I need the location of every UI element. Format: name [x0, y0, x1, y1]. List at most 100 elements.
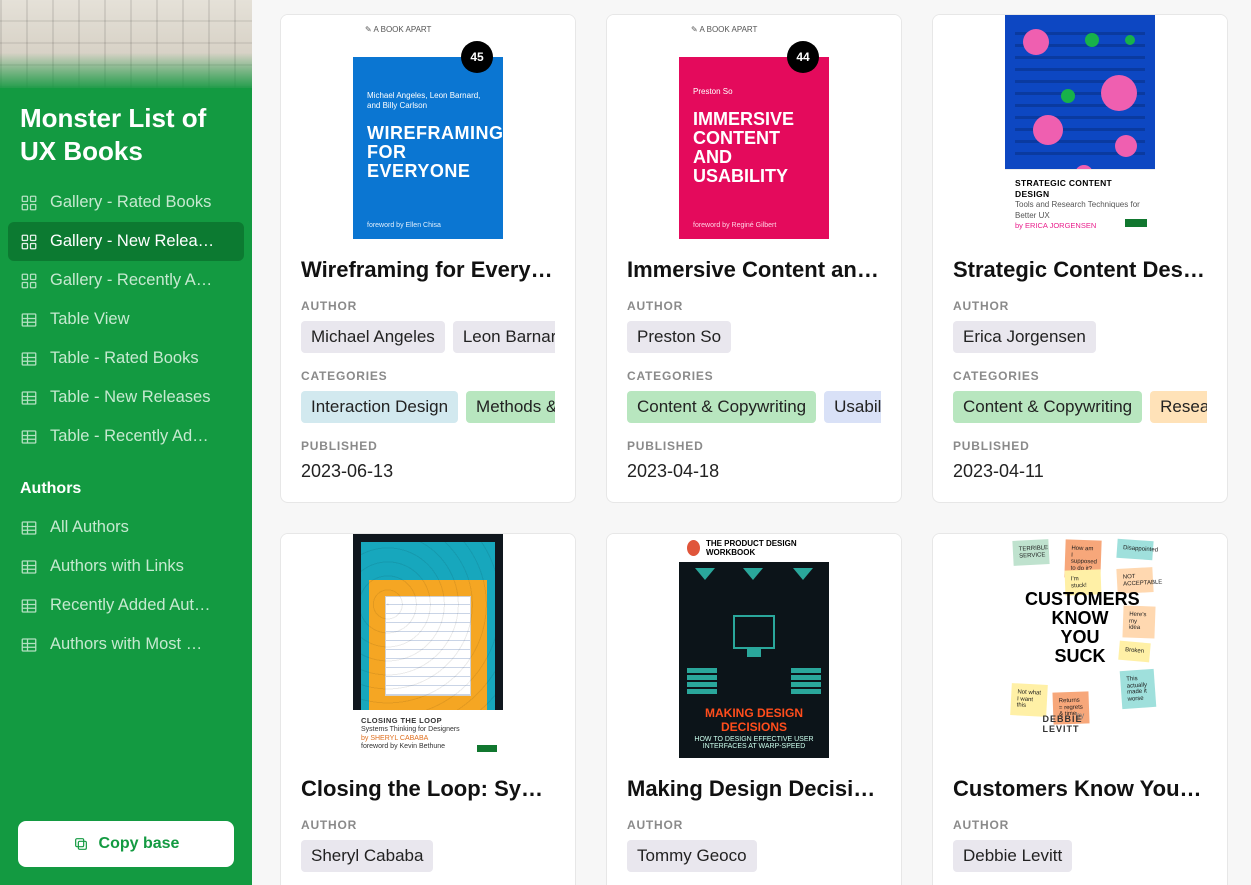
gallery-icon: [20, 272, 38, 290]
copy-base-label: Copy base: [99, 835, 180, 853]
category-chip[interactable]: Resear: [1150, 391, 1207, 423]
book-title: Immersive Content and U…: [627, 257, 881, 283]
nav-item-label: Table View: [50, 310, 130, 329]
category-chip[interactable]: Methods &: [466, 391, 555, 423]
author-chips: Debbie Levitt: [953, 840, 1207, 872]
nav-item-label: Gallery - Rated Books: [50, 193, 211, 212]
book-title: Wireframing for Everyone: [301, 257, 555, 283]
author-field-label: AUTHOR: [301, 299, 555, 313]
table-icon: [20, 519, 38, 537]
book-title: Closing the Loop: System…: [301, 776, 555, 802]
book-cover: ✎ A BOOK APART44Preston SoIMMERSIVECONTE…: [607, 15, 901, 239]
author-chip[interactable]: Erica Jorgensen: [953, 321, 1096, 353]
published-field-label: PUBLISHED: [953, 439, 1207, 453]
cover-art: ✎ A BOOK APART45Michael Angeles, Leon Ba…: [353, 15, 503, 239]
copy-base-button[interactable]: Copy base: [18, 821, 234, 867]
category-chip[interactable]: Usabil: [824, 391, 881, 423]
sidebar: Monster List of UX Books Gallery - Rated…: [0, 0, 252, 885]
sidebar-hero-image: [0, 0, 252, 88]
table-icon: [20, 597, 38, 615]
copy-icon: [73, 836, 89, 852]
table-icon: [20, 350, 38, 368]
table-icon: [20, 389, 38, 407]
author-field-label: AUTHOR: [953, 299, 1207, 313]
author-chips: Tommy Geoco: [627, 840, 881, 872]
cover-art: TERRIBLE SERVICEHow am I supposed to do …: [1005, 534, 1155, 758]
gallery-grid: ✎ A BOOK APART45Michael Angeles, Leon Ba…: [280, 14, 1233, 885]
view-nav-item-1[interactable]: Gallery - New Relea…: [8, 222, 244, 261]
published-date: 2023-04-11: [953, 461, 1207, 482]
cover-art: ✎ A BOOK APART44Preston SoIMMERSIVECONTE…: [679, 15, 829, 239]
card-body: Customers Know You Suc…AUTHORDebbie Levi…: [933, 758, 1227, 885]
book-title: Making Design Decisions:…: [627, 776, 881, 802]
book-cover: STRATEGIC CONTENT DESIGNTools and Resear…: [933, 15, 1227, 239]
gallery-icon: [20, 233, 38, 251]
table-icon: [20, 636, 38, 654]
gallery-icon: [20, 194, 38, 212]
book-cover: CLOSING THE LOOPSystems Thinking for Des…: [281, 534, 575, 758]
author-field-label: AUTHOR: [301, 818, 555, 832]
authors-nav-list: All Authors Authors with Links Recently Ad…: [8, 508, 244, 664]
sidebar-nav: Gallery - Rated Books Gallery - New Relea…: [0, 183, 252, 803]
author-chip[interactable]: Leon Barnard: [453, 321, 555, 353]
view-nav-item-3[interactable]: Table View: [8, 300, 244, 339]
book-title: Strategic Content Design:…: [953, 257, 1207, 283]
nav-item-label: Table - New Releases: [50, 388, 211, 407]
author-chips: Erica Jorgensen: [953, 321, 1207, 353]
nav-item-label: Recently Added Aut…: [50, 596, 211, 615]
published-field-label: PUBLISHED: [301, 439, 555, 453]
table-icon: [20, 558, 38, 576]
categories-field-label: CATEGORIES: [627, 369, 881, 383]
view-nav-item-4[interactable]: Table - Rated Books: [8, 339, 244, 378]
published-date: 2023-06-13: [301, 461, 555, 482]
nav-item-label: Gallery - Recently A…: [50, 271, 212, 290]
nav-item-label: All Authors: [50, 518, 129, 537]
sidebar-footer: Copy base: [0, 803, 252, 885]
nav-item-label: Gallery - New Relea…: [50, 232, 214, 251]
view-nav-item-2[interactable]: Gallery - Recently A…: [8, 261, 244, 300]
category-chip[interactable]: Content & Copywriting: [953, 391, 1142, 423]
authors-nav-item-1[interactable]: Authors with Links: [8, 547, 244, 586]
authors-section-label: Authors: [8, 456, 244, 508]
view-nav-item-0[interactable]: Gallery - Rated Books: [8, 183, 244, 222]
card-body: Closing the Loop: System… AUTHOR Sheryl Ca…: [281, 758, 575, 885]
author-chip[interactable]: Preston So: [627, 321, 731, 353]
card-body: Making Design Decisions:…AUTHORTommy Geo…: [607, 758, 901, 885]
view-nav-item-6[interactable]: Table - Recently Ad…: [8, 417, 244, 456]
authors-nav-item-2[interactable]: Recently Added Aut…: [8, 586, 244, 625]
author-chip[interactable]: Michael Angeles: [301, 321, 445, 353]
category-chips: Interaction DesignMethods &: [301, 391, 555, 423]
book-card[interactable]: STRATEGIC CONTENT DESIGNTools and Resear…: [932, 14, 1228, 503]
authors-nav-item-0[interactable]: All Authors: [8, 508, 244, 547]
category-chips: Content & CopywritingResear: [953, 391, 1207, 423]
cover-art: THE PRODUCT DESIGN WORKBOOKMAKING DESIGN…: [679, 534, 829, 758]
category-chip[interactable]: Content & Copywriting: [627, 391, 816, 423]
nav-item-label: Table - Rated Books: [50, 349, 199, 368]
table-icon: [20, 428, 38, 446]
author-chip[interactable]: Debbie Levitt: [953, 840, 1072, 872]
book-card[interactable]: TERRIBLE SERVICEHow am I supposed to do …: [932, 533, 1228, 885]
book-card[interactable]: ✎ A BOOK APART44Preston SoIMMERSIVECONTE…: [606, 14, 902, 503]
card-body: Wireframing for Everyone AUTHOR Michael An…: [281, 239, 575, 502]
nav-item-label: Authors with Most …: [50, 635, 202, 654]
gallery-main: ✎ A BOOK APART45Michael Angeles, Leon Ba…: [252, 0, 1251, 885]
author-chips: Sheryl Cababa: [301, 840, 555, 872]
authors-nav-item-3[interactable]: Authors with Most …: [8, 625, 244, 664]
book-cover: TERRIBLE SERVICEHow am I supposed to do …: [933, 534, 1227, 758]
book-cover: THE PRODUCT DESIGN WORKBOOKMAKING DESIGN…: [607, 534, 901, 758]
views-nav-list: Gallery - Rated Books Gallery - New Relea…: [8, 183, 244, 456]
author-field-label: AUTHOR: [627, 299, 881, 313]
book-card[interactable]: THE PRODUCT DESIGN WORKBOOKMAKING DESIGN…: [606, 533, 902, 885]
view-nav-item-5[interactable]: Table - New Releases: [8, 378, 244, 417]
card-body: Immersive Content and U… AUTHOR Preston So…: [607, 239, 901, 502]
category-chip[interactable]: Interaction Design: [301, 391, 458, 423]
book-card[interactable]: CLOSING THE LOOPSystems Thinking for Des…: [280, 533, 576, 885]
author-chips: Michael AngelesLeon Barnard: [301, 321, 555, 353]
book-title: Customers Know You Suc…: [953, 776, 1207, 802]
author-chip[interactable]: Sheryl Cababa: [301, 840, 433, 872]
cover-art: CLOSING THE LOOPSystems Thinking for Des…: [353, 534, 503, 758]
published-date: 2023-04-18: [627, 461, 881, 482]
table-icon: [20, 311, 38, 329]
book-card[interactable]: ✎ A BOOK APART45Michael Angeles, Leon Ba…: [280, 14, 576, 503]
author-chip[interactable]: Tommy Geoco: [627, 840, 757, 872]
